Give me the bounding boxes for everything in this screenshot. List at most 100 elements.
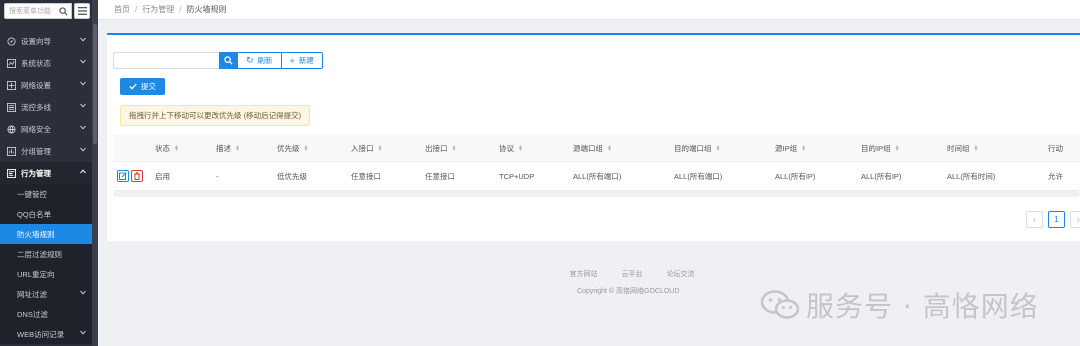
sort-icon[interactable]: ▲ ▼ [801, 144, 806, 152]
horizontal-scrollbar[interactable] [113, 191, 1080, 197]
menu-search-input[interactable]: 搜索菜单功能 [4, 3, 72, 19]
sidebar-subitem-web-access-log[interactable]: WEB访问记录 [0, 324, 92, 344]
scrollbar-thumb[interactable] [93, 24, 97, 144]
sidebar-subitem-qq-whitelist[interactable]: QQ白名单 [0, 204, 92, 224]
cell-src-ip-group: ALL(所有IP) [775, 171, 816, 181]
header-action[interactable]: 行动 [1048, 143, 1078, 154]
sidebar-subitem-label: DNS过滤 [17, 309, 48, 319]
sort-icon[interactable]: ▲ ▼ [895, 144, 900, 152]
sidebar-subitem-one-click-control[interactable]: 一键管控 [0, 184, 92, 204]
menu-toggle-button[interactable] [74, 3, 90, 19]
header-priority[interactable]: 优先级 ▲ ▼ [277, 143, 351, 154]
breadcrumb-home[interactable]: 首页 [114, 4, 130, 15]
next-page-button[interactable]: › [1070, 211, 1080, 228]
header-label: 优先级 [277, 143, 300, 153]
submit-button[interactable]: 提交 [120, 78, 165, 95]
header-label: 源IP组 [775, 143, 798, 153]
sidebar-item-behavior-management[interactable]: 行为管理 [0, 162, 92, 184]
header-dst-ip-group[interactable]: 目的IP组 ▲ ▼ [861, 143, 947, 154]
hint-text: 拖拽行并上下移动可以更改优先级 (移动后记得提交) [129, 111, 302, 120]
sort-icon[interactable]: ▲ ▼ [174, 144, 179, 152]
sidebar-subitem-label: QQ白名单 [17, 209, 52, 219]
footer-link-forum[interactable]: 论坛交流 [667, 269, 695, 279]
header-in-interface[interactable]: 入接口 ▲ ▼ [351, 143, 425, 154]
watermark: 服务号 · 高恪网络 [760, 285, 1039, 325]
header-label: 目的端口组 [674, 143, 712, 153]
header-description[interactable]: 描述 ▲ ▼ [216, 143, 277, 154]
sidebar-subitem-layer2-filter[interactable]: 二层过滤规则 [0, 244, 92, 264]
flow-icon [6, 102, 16, 112]
header-protocol[interactable]: 协议 ▲ ▼ [499, 143, 573, 154]
table-row[interactable]: 启用 - 低优先级 任意接口 任意接口 TCP+UDP ALL(所有端口) AL… [113, 162, 1080, 191]
sidebar-subitem-label: 一键管控 [17, 189, 47, 199]
check-icon [129, 83, 137, 90]
sidebar-item-label: 网络安全 [21, 124, 51, 134]
sidebar-subitem-label: WEB访问记录 [17, 329, 65, 339]
sidebar-item-group-management[interactable]: 分组管理 [0, 140, 92, 162]
plus-icon: + [289, 55, 295, 66]
search-icon[interactable] [59, 7, 68, 16]
header-label: 出接口 [425, 143, 448, 153]
sort-icon[interactable]: ▲ ▼ [716, 144, 721, 152]
refresh-button[interactable]: ↻ 刷新 [237, 52, 282, 69]
shield-icon [6, 124, 16, 134]
cell-protocol: TCP+UDP [499, 171, 535, 181]
sidebar-subitem-url-filter[interactable]: 网址过滤 [0, 284, 92, 304]
sidebar-subitem-firewall-rules[interactable]: 防火墙规则 [0, 224, 92, 244]
sort-icon[interactable]: ▲ ▼ [518, 144, 523, 152]
search-icon [223, 56, 233, 65]
cell-in-interface: 任意接口 [351, 171, 381, 181]
copyright: Copyright © 高恪网络GOCLOUD [577, 288, 680, 295]
header-label: 状态 [155, 143, 170, 153]
edit-button[interactable] [117, 170, 129, 182]
page-number-button[interactable]: 1 [1048, 211, 1065, 228]
search-input[interactable] [113, 52, 219, 69]
prev-page-button[interactable]: ‹ [1026, 211, 1043, 228]
chevron-down-icon [80, 147, 86, 152]
sidebar: 搜索菜单功能 设置向导 系统状态 网络设置 流控多线 网络安全 分组管理 行为管… [0, 0, 92, 346]
search-button[interactable] [219, 52, 237, 69]
new-button[interactable]: + 新建 [281, 52, 323, 69]
header-label: 行动 [1048, 143, 1063, 153]
sort-icon[interactable]: ▲ ▼ [974, 144, 979, 152]
sidebar-subitem-label: 网址过滤 [17, 289, 47, 299]
header-label: 入接口 [351, 143, 374, 153]
header-time-group[interactable]: 时间组 ▲ ▼ [947, 143, 1048, 154]
refresh-icon: ↻ [246, 55, 254, 65]
chart-icon [6, 58, 16, 68]
cell-dst-port-group: ALL(所有端口) [674, 171, 723, 181]
sort-icon[interactable]: ▲ ▼ [607, 144, 612, 152]
sidebar-search: 搜索菜单功能 [4, 3, 90, 19]
header-label: 目的IP组 [861, 143, 891, 153]
sidebar-subitem-dns-filter[interactable]: DNS过滤 [0, 304, 92, 324]
firewall-rules-table: 状态 ▲ ▼ 描述 ▲ ▼ 优先级 ▲ ▼ 入接口 ▲ ▼ 出接口 ▲ ▼ 协议 ▲ ▼ 源端口组 ▲ ▼ … [113, 135, 1080, 197]
sidebar-item-label: 行为管理 [21, 168, 51, 178]
header-dst-port-group[interactable]: 目的端口组 ▲ ▼ [674, 143, 775, 154]
sidebar-item-flow-control[interactable]: 流控多线 [0, 96, 92, 118]
sidebar-scrollbar[interactable] [92, 0, 98, 346]
header-src-port-group[interactable]: 源端口组 ▲ ▼ [573, 143, 674, 154]
sidebar-item-network-settings[interactable]: 网络设置 [0, 74, 92, 96]
sort-icon[interactable]: ▲ ▼ [304, 144, 309, 152]
breadcrumb: 首页 / 行为管理 / 防火墙规则 [98, 0, 1080, 20]
main-panel: ↻ 刷新 + 新建 提交 拖拽行并上下移动可以更改优先级 (移动后记得提交) 状… [107, 33, 1080, 241]
delete-button[interactable] [131, 170, 143, 182]
breadcrumb-separator: / [179, 5, 182, 14]
watermark-text: 服务号 · 高恪网络 [806, 290, 1039, 323]
sort-icon[interactable]: ▲ ▼ [378, 144, 383, 152]
sidebar-item-system-status[interactable]: 系统状态 [0, 52, 92, 74]
header-src-ip-group[interactable]: 源IP组 ▲ ▼ [775, 143, 861, 154]
sidebar-item-label: 系统状态 [21, 58, 51, 68]
breadcrumb-section[interactable]: 行为管理 [142, 4, 174, 15]
sidebar-item-label: 流控多线 [21, 102, 51, 112]
sidebar-item-setup-wizard[interactable]: 设置向导 [0, 30, 92, 52]
footer-link-cloud-platform[interactable]: 云平台 [622, 269, 643, 279]
sort-icon[interactable]: ▲ ▼ [452, 144, 457, 152]
sidebar-item-network-security[interactable]: 网络安全 [0, 118, 92, 140]
header-out-interface[interactable]: 出接口 ▲ ▼ [425, 143, 499, 154]
group-icon [6, 146, 16, 156]
sort-icon[interactable]: ▲ ▼ [235, 144, 240, 152]
footer-link-official-site[interactable]: 官方网站 [570, 269, 598, 279]
cell-status: 启用 [155, 171, 170, 181]
header-status[interactable]: 状态 ▲ ▼ [155, 143, 216, 154]
